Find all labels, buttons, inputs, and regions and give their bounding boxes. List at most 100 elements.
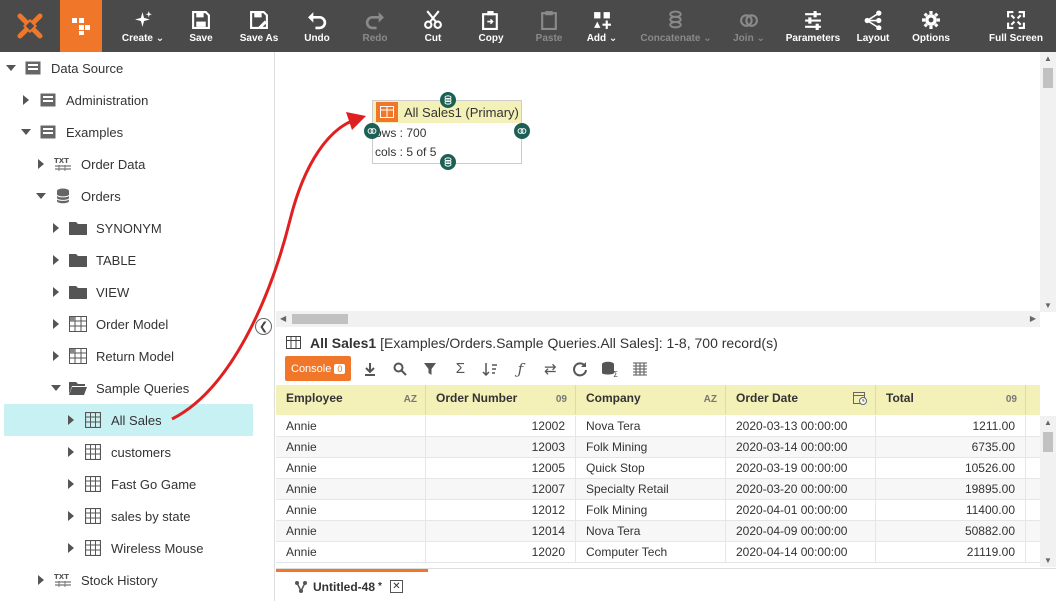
toolbar-button-label: Save (189, 33, 213, 44)
caret-down-icon[interactable] (36, 191, 46, 201)
tree-item-customers[interactable]: customers (0, 436, 171, 468)
caret-right-icon[interactable] (51, 223, 61, 233)
table-cell: 19895.00 (876, 479, 1026, 500)
column-header-order-number[interactable]: Order Number 09 (426, 385, 576, 415)
tree-item-fast-go-game[interactable]: Fast Go Game (0, 468, 196, 500)
tree-item-order-model[interactable]: Order Model (0, 308, 168, 340)
tree-item-view[interactable]: VIEW (0, 276, 129, 308)
table-cell: 12002 (426, 416, 576, 437)
svg-text:TXT: TXT (54, 157, 69, 165)
formula-icon[interactable]: ƒ (509, 358, 531, 380)
table-row[interactable]: Annie 12007 Specialty Retail 2020-03-20 00:… (276, 479, 1040, 500)
concatenate-port-icon[interactable] (440, 92, 456, 108)
download-icon[interactable] (359, 358, 381, 380)
caret-right-icon[interactable] (66, 543, 76, 553)
tree-item-administration[interactable]: Administration (0, 84, 148, 116)
caret-down-icon[interactable] (21, 127, 31, 137)
table-cell: 12007 (426, 479, 576, 500)
caret-right-icon[interactable] (66, 511, 76, 521)
join-port-left-icon[interactable] (364, 123, 380, 139)
table-cell: Annie (276, 416, 426, 437)
table-cell: 21119.00 (876, 542, 1026, 563)
caret-right-icon[interactable] (36, 159, 46, 169)
filter-icon[interactable] (419, 358, 441, 380)
table-cell: 2020-04-09 00:00:00 (726, 521, 876, 542)
save-as-icon (249, 0, 269, 30)
close-tab-icon[interactable]: ✕ (389, 580, 403, 593)
toolbar-button-label: Full Screen (989, 33, 1043, 44)
concatenate-port-bottom-icon[interactable] (440, 154, 456, 170)
folder-icon (69, 284, 87, 300)
aggregate-sigma-icon[interactable]: Σ (449, 358, 471, 380)
svg-text:Σ: Σ (613, 370, 618, 377)
tree-item-wireless-mouse[interactable]: Wireless Mouse (0, 532, 203, 564)
tree-item-sample-queries[interactable]: Sample Queries (0, 372, 189, 404)
tree-item-return-model[interactable]: Return Model (0, 340, 174, 372)
refresh-icon[interactable] (569, 358, 591, 380)
tree-item-orders[interactable]: Orders (0, 180, 121, 212)
paste-icon (539, 0, 559, 30)
tree-item-data-source[interactable]: Data Source (0, 52, 123, 84)
caret-right-icon[interactable] (51, 255, 61, 265)
folder-icon (69, 252, 87, 268)
table-icon (84, 540, 102, 556)
toolbar-full-screen-button[interactable]: Full Screen (980, 0, 1052, 52)
caret-right-icon[interactable] (66, 479, 76, 489)
tree-item-examples[interactable]: Examples (0, 116, 123, 148)
column-header-order-date[interactable]: Order Date (726, 385, 876, 415)
table-row[interactable]: Annie 12014 Nova Tera 2020-04-09 00:00:00 50… (276, 521, 1040, 542)
caret-right-icon[interactable] (51, 351, 61, 361)
tree-item-order-data[interactable]: TXT Order Data (0, 148, 145, 180)
table-row[interactable]: Annie 12003 Folk Mining 2020-03-14 00:00:00… (276, 437, 1040, 458)
table-row[interactable]: Annie 12002 Nova Tera 2020-03-13 00:00:00 12… (276, 416, 1040, 437)
toolbar-button-label: Concatenate (640, 33, 701, 44)
table-cell: Annie (276, 542, 426, 563)
tree-item-table[interactable]: TABLE (0, 244, 136, 276)
column-header-employee[interactable]: Employee AZ (276, 385, 426, 415)
console-button[interactable]: Console 0 (285, 356, 352, 381)
caret-down-icon[interactable] (51, 383, 61, 393)
table-row[interactable]: Annie 12005 Quick Stop 2020-03-19 00:00:00 1… (276, 458, 1040, 479)
toolbar-join-button[interactable]: Join ⌄ (713, 0, 785, 52)
table-cell: 2020-03-14 00:00:00 (726, 437, 876, 458)
caret-down-icon[interactable] (6, 63, 16, 73)
canvas-horizontal-scrollbar[interactable]: ◀ ▶ (276, 311, 1040, 327)
column-header-total[interactable]: Total 09 (876, 385, 1026, 415)
toolbar-add-button[interactable]: Add ⌄ (566, 0, 638, 52)
sort-icon[interactable] (479, 358, 501, 380)
worksheet-app-button[interactable] (60, 0, 102, 52)
grid-vertical-scrollbar[interactable]: ▲ ▼ (1040, 416, 1056, 567)
toolbar-options-button[interactable]: Options (895, 0, 967, 52)
swap-icon[interactable]: ⇄ (539, 358, 561, 380)
model-icon (69, 316, 87, 332)
caret-right-icon[interactable] (51, 287, 61, 297)
caret-right-icon[interactable] (51, 319, 61, 329)
caret-right-icon[interactable] (66, 447, 76, 457)
tree-item-label: Examples (66, 124, 124, 140)
join-port-right-icon[interactable] (514, 123, 530, 139)
column-header-label: Company (586, 391, 641, 405)
table-row[interactable]: Annie 12012 Folk Mining 2020-04-01 00:00:00… (276, 500, 1040, 521)
tree-item-stock-history[interactable]: TXT Stock History (0, 564, 158, 596)
tree-item-sales-by-state[interactable]: sales by state (0, 500, 191, 532)
database-sigma-icon[interactable]: Σ (599, 358, 621, 380)
tree-item-all-sales[interactable]: All Sales (4, 404, 253, 436)
collapse-sidebar-button[interactable]: ❮ (255, 318, 272, 335)
tree-item-synonym[interactable]: SYNONYM (0, 212, 162, 244)
toolbar-button-label: Join (733, 33, 754, 44)
graph-canvas[interactable]: ▲ ▼ ◀ ▶ All Sales1 (Primary) ows : 700 c… (276, 52, 1056, 327)
caret-right-icon[interactable] (66, 415, 76, 425)
caret-right-icon[interactable] (36, 575, 46, 585)
canvas-vertical-scrollbar[interactable]: ▲ ▼ (1040, 52, 1056, 312)
join-icon (739, 0, 759, 30)
caret-right-icon[interactable] (21, 95, 31, 105)
column-settings-icon[interactable] (629, 358, 651, 380)
open-folder-icon (69, 380, 87, 396)
table-cell: Specialty Retail (576, 479, 726, 500)
search-icon[interactable] (389, 358, 411, 380)
model-icon (69, 348, 87, 364)
tab-untitled-48[interactable]: Untitled-48 * ✕ (276, 569, 428, 601)
toolbar-concatenate-button[interactable]: Concatenate ⌄ (640, 0, 712, 52)
column-header-company[interactable]: Company AZ (576, 385, 726, 415)
table-row[interactable]: Annie 12020 Computer Tech 2020-04-14 00:00:… (276, 542, 1040, 563)
